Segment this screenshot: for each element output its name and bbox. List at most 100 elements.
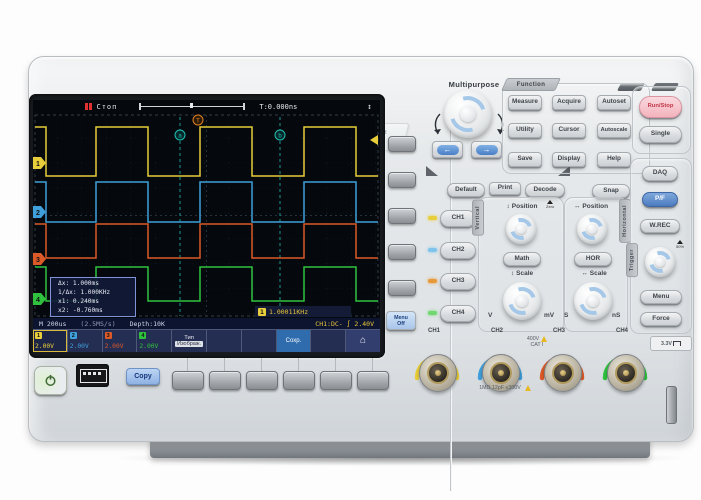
warning-cat: CAT I <box>530 342 544 348</box>
menu-off-button[interactable]: Menu Off <box>386 311 416 330</box>
softkey-stem-3 <box>261 358 262 371</box>
menu-type-value: Изображ. <box>175 341 204 347</box>
softkey-right-4[interactable] <box>388 244 416 260</box>
ch3-badge: 3 <box>104 332 112 339</box>
softkey-stem-6 <box>372 358 373 371</box>
softkey-bottom-5[interactable] <box>320 371 352 390</box>
softkey-bottom-4[interactable] <box>283 371 315 390</box>
single-button[interactable]: Single <box>639 126 682 143</box>
horizontal-scale-axis-icon: ↔ <box>581 270 588 277</box>
channel4-cell[interactable]: 4 2.00V <box>137 330 172 352</box>
menu-type-cell[interactable]: Тип Изображ. <box>172 330 206 352</box>
product-photo-stage: AKTAKOM ADS-6064 60 MHz 1GSa/s Стоп T:0.… <box>0 0 701 500</box>
trigger-level-knob[interactable] <box>645 247 675 277</box>
default-button[interactable]: Default <box>447 183 485 197</box>
channel3-cell[interactable]: 3 2.00V <box>102 330 137 352</box>
softkey-bottom-2[interactable] <box>209 371 241 390</box>
ch1-button[interactable]: CH1 <box>440 210 476 227</box>
menu-home-cell[interactable]: ⌂ <box>346 330 380 352</box>
softkey-right-3[interactable] <box>388 208 416 224</box>
pass-fail-button[interactable]: P/F <box>642 192 678 207</box>
function-section-label: Function <box>516 81 546 88</box>
ch1-led <box>428 216 437 220</box>
trigger-menu-button[interactable]: Menu <box>640 290 682 304</box>
ch4-ground-num: 4 <box>36 297 40 304</box>
volt-unit-label: V <box>488 312 493 319</box>
vertical-scale-knob[interactable] <box>503 282 541 320</box>
status-bar: M 200us (2.5MS/s) Depth:10K CH1:DC- ∫ 2.… <box>33 318 380 329</box>
corner-accent-left <box>426 166 438 176</box>
channel1-cell[interactable]: 1 2.00V <box>33 330 67 352</box>
help-button[interactable]: Help <box>597 152 631 167</box>
millivolt-unit-label: mV <box>544 312 555 319</box>
timebase: M 200us <box>39 319 67 328</box>
menu-save-label: Сохр. <box>285 338 302 344</box>
left-arrow-icon: ← <box>443 144 452 154</box>
screen-bezel: Стоп T:0.000ns ↕ T a b 1 2 3 4 Δx: 1.000… <box>29 94 385 358</box>
math-button[interactable]: Math <box>503 252 541 266</box>
copy-button[interactable]: Copy <box>126 368 160 385</box>
trigger-section-label: Trigger <box>626 243 638 278</box>
vertical-position-knob[interactable] <box>506 214 536 244</box>
softkey-right-1[interactable] <box>388 136 416 152</box>
ch4-scale: 2.00V <box>139 343 159 350</box>
ch2-ground-num: 2 <box>36 210 40 217</box>
display-button[interactable]: Display <box>552 152 586 167</box>
menu-save-cell[interactable]: Сохр. <box>276 330 311 352</box>
ch4-button[interactable]: CH4 <box>440 305 476 322</box>
channel2-cell[interactable]: 2 2.00V <box>67 330 102 352</box>
autoscale-button[interactable]: Autoscale <box>597 123 631 138</box>
ch2-button[interactable]: CH2 <box>440 242 476 259</box>
navigate-left-button[interactable]: ← <box>432 141 463 158</box>
navigate-right-button[interactable]: → <box>471 141 502 158</box>
bnc-ch4-label: CH4 <box>616 328 629 334</box>
vertical-section-label: Vertical <box>472 200 484 236</box>
ch2-badge: 2 <box>69 332 77 339</box>
freq-value: 1.00011KHz <box>269 307 309 316</box>
cursor-button[interactable]: Cursor <box>552 123 586 138</box>
memory-depth: Depth:10K <box>129 319 165 328</box>
screen-topbar: Стоп T:0.000ns ↕ <box>33 100 380 113</box>
horizontal-scale-knob[interactable] <box>574 282 612 320</box>
horizontal-position-knob[interactable] <box>577 214 607 244</box>
trigger-readout: CH1:DC- ∫ 2.40V <box>315 319 374 328</box>
decode-button[interactable]: Decode <box>525 183 565 197</box>
ch4-led <box>428 311 437 315</box>
print-button[interactable]: Print <box>489 182 521 195</box>
power-button[interactable] <box>34 366 67 395</box>
softkey-bottom-3[interactable] <box>246 371 278 390</box>
measure-button[interactable]: Measure <box>508 95 542 110</box>
softkey-right-5[interactable] <box>388 280 416 296</box>
right-arrow-icon: → <box>482 144 491 154</box>
hor-button[interactable]: HOR <box>574 252 612 266</box>
snap-button[interactable]: Snap <box>592 184 630 198</box>
sample-rate: (2.5MS/s) <box>80 319 116 328</box>
vertical-position-label: ↕ Position <box>506 203 538 210</box>
acquire-button[interactable]: Acquire <box>552 95 586 110</box>
input-spec: 1MΩ 12pF ≤300V <box>430 385 580 391</box>
run-stop-button[interactable]: Run/Stop <box>639 96 682 118</box>
knob-rotation-arrows <box>434 113 504 135</box>
ch2-scale: 2.00V <box>69 343 89 350</box>
square-wave-icon <box>672 341 681 346</box>
softkey-right-2[interactable] <box>388 172 416 188</box>
readout-x2: x2: -0.760ms <box>58 307 103 314</box>
bnc-ch1-label: CH1 <box>428 328 441 334</box>
copy-label: Copy <box>134 373 152 380</box>
softkey-bottom-6[interactable] <box>357 371 389 390</box>
ch3-scale: 2.00V <box>104 343 124 350</box>
force-button[interactable]: Force <box>640 312 682 326</box>
save-button[interactable]: Save <box>508 152 542 167</box>
horizontal-axis-icon: ↔ <box>573 203 581 210</box>
utility-button[interactable]: Utility <box>508 123 542 138</box>
bnc-ch2-label: CH2 <box>491 328 504 334</box>
ch4-badge: 4 <box>139 332 147 339</box>
ch3-button[interactable]: CH3 <box>440 273 476 290</box>
ch1-scale: 2.00V <box>35 343 54 350</box>
autoset-button[interactable]: Autoset <box>597 95 631 110</box>
freq-channel-badge: 1 <box>258 307 266 316</box>
nanoseconds-unit-label: nS <box>612 312 621 319</box>
softkey-bottom-1[interactable] <box>172 371 204 390</box>
waveform-record-button[interactable]: W.REC <box>640 219 680 233</box>
daq-button[interactable]: DAQ <box>642 166 678 181</box>
